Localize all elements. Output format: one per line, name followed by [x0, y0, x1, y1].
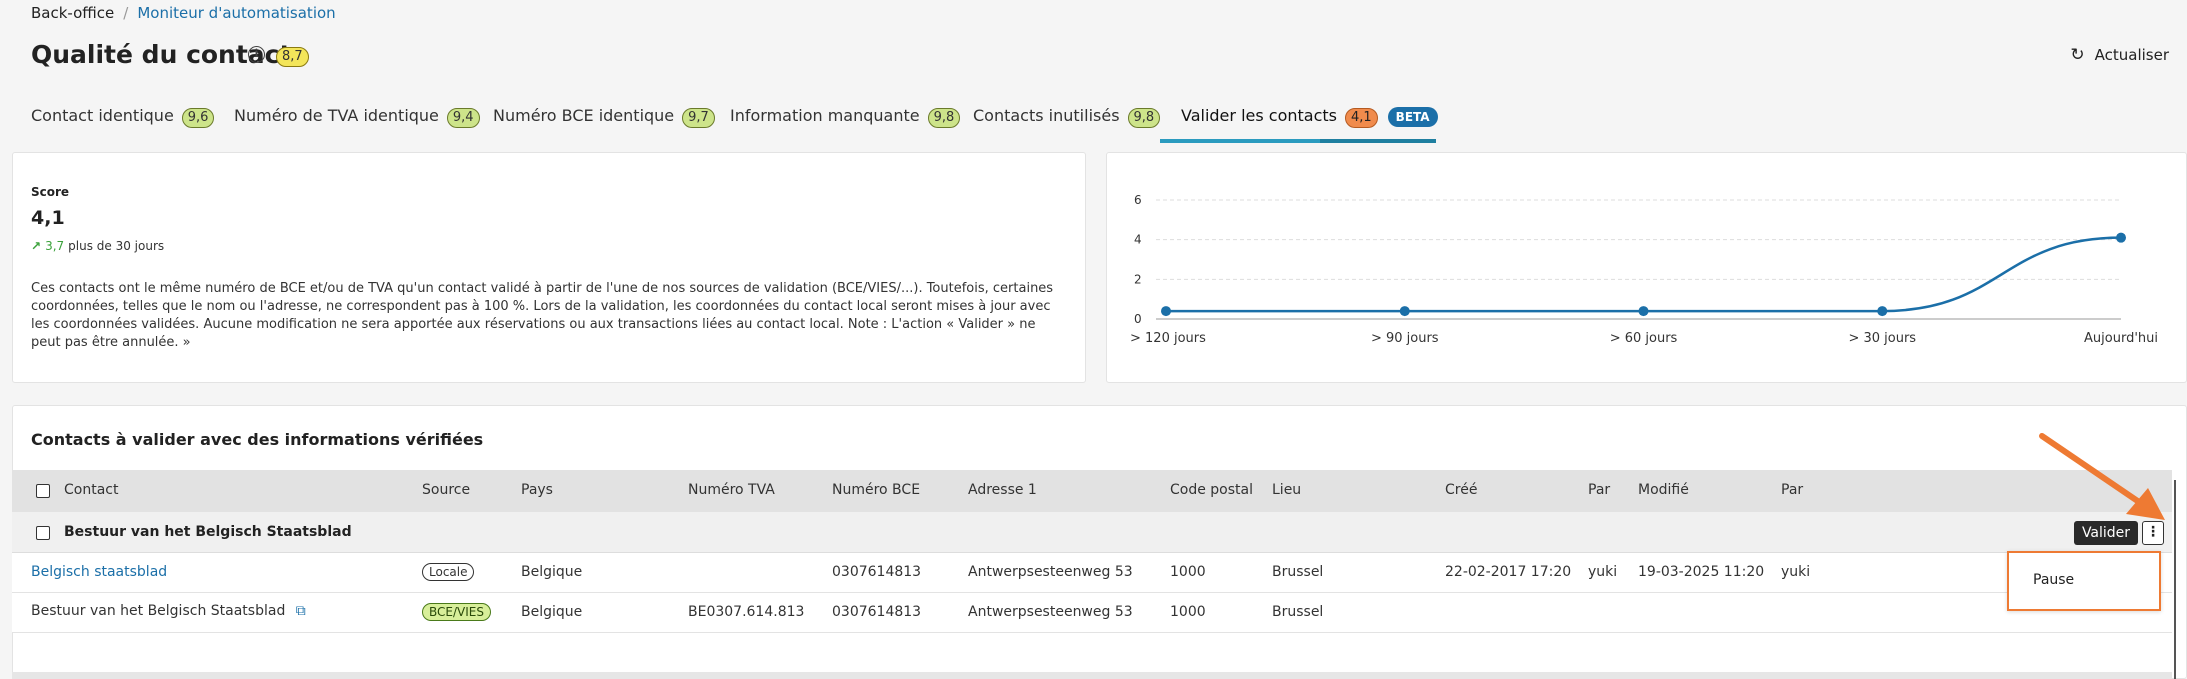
bce-cell: 0307614813 — [832, 564, 922, 580]
menu-item-pause[interactable]: Pause — [2033, 572, 2074, 588]
col-modifie[interactable]: Modifié — [1638, 482, 1689, 498]
trend-up-icon: ↗ — [31, 239, 42, 253]
col-cree[interactable]: Créé — [1445, 482, 1477, 498]
data-point[interactable] — [1161, 306, 1171, 317]
series-line — [1166, 236, 2122, 313]
source-tag-locale: Locale — [422, 563, 475, 581]
tab-label: Numéro de TVA identique — [234, 106, 439, 125]
tab-contacts-inutilises[interactable]: Contacts inutilisés 9,8 — [973, 106, 1161, 128]
col-par-cree[interactable]: Par — [1588, 482, 1610, 498]
x-tick-label: > 90 jours — [1371, 331, 1439, 346]
cp-cell: 1000 — [1170, 604, 1206, 620]
y-tick-label: 6 — [1134, 193, 1142, 207]
tab-label: Contacts inutilisés — [973, 106, 1120, 125]
score-description: Ces contacts ont le même numéro de BCE e… — [31, 281, 1054, 350]
col-adresse[interactable]: Adresse 1 — [968, 482, 1037, 498]
tab-label: Contact identique — [31, 106, 174, 125]
tab-badge: 9,8 — [1127, 108, 1161, 128]
title-score-badge: 8,7 — [276, 47, 309, 67]
x-tick-label: > 30 jours — [1848, 331, 1916, 346]
breadcrumb-separator: / — [123, 4, 129, 22]
source-cell: Locale — [422, 563, 475, 581]
adresse-cell: Antwerpsesteenweg 53 — [968, 604, 1133, 620]
group-label: Bestuur van het Belgisch Staatsblad — [64, 524, 352, 540]
y-tick-label: 0 — [1134, 312, 1142, 326]
score-trend: ↗ 3,7 plus de 30 jours — [31, 239, 164, 253]
data-point[interactable] — [1877, 306, 1888, 317]
data-point[interactable] — [1399, 306, 1410, 317]
lieu-cell: Brussel — [1272, 604, 1324, 620]
bce-cell: 0307614813 — [832, 604, 922, 620]
col-pays[interactable]: Pays — [521, 482, 553, 498]
beta-badge: BETA — [1387, 107, 1438, 127]
annotation-arrow — [2039, 433, 2165, 520]
tab-label: Valider les contacts — [1181, 106, 1337, 125]
trend-value: 3,7 — [45, 239, 65, 253]
col-source[interactable]: Source — [422, 482, 470, 498]
tab-information-manquante[interactable]: Information manquante 9,8 — [730, 106, 961, 128]
par-cree-cell: yuki — [1588, 564, 1618, 580]
tab-badge: 4,1 — [1344, 108, 1378, 128]
y-tick-label: 4 — [1134, 233, 1142, 247]
refresh-button[interactable]: ↻ Actualiser — [2070, 45, 2169, 65]
source-cell: BCE/VIES — [422, 603, 491, 621]
refresh-label: Actualiser — [2094, 46, 2169, 64]
info-icon[interactable]: i — [248, 46, 265, 63]
active-tab-underline-accent — [1160, 139, 1320, 143]
adresse-cell: Antwerpsesteenweg 53 — [968, 564, 1133, 580]
tva-cell: BE0307.614.813 — [688, 604, 805, 620]
table-header — [12, 470, 2172, 512]
tab-badge: 9,6 — [181, 108, 215, 128]
tab-numero-bce-identique[interactable]: Numéro BCE identique 9,7 — [493, 106, 715, 128]
col-par-modifie[interactable]: Par — [1781, 482, 1803, 498]
pays-cell: Belgique — [521, 564, 583, 580]
par-modifie-cell: yuki — [1781, 564, 1811, 580]
trend-text: plus de 30 jours — [68, 239, 165, 253]
contact-name: Bestuur van het Belgisch Staatsblad ⧉ — [31, 603, 306, 619]
tab-label: Numéro BCE identique — [493, 106, 675, 125]
modifie-cell: 19-03-2025 11:20 — [1638, 564, 1765, 580]
external-link-icon[interactable]: ⧉ — [296, 603, 306, 619]
pays-cell: Belgique — [521, 604, 583, 620]
group-checkbox[interactable] — [36, 526, 50, 540]
tab-badge: 9,4 — [446, 108, 480, 128]
contact-link[interactable]: Belgisch staatsblad — [31, 564, 167, 580]
breadcrumb-current[interactable]: Moniteur d'automatisation — [137, 4, 335, 22]
breadcrumb-root[interactable]: Back-office — [31, 4, 114, 22]
y-tick-label: 2 — [1134, 272, 1142, 286]
select-all-checkbox[interactable] — [36, 484, 50, 498]
horizontal-scrollbar-track[interactable] — [12, 672, 2172, 679]
tab-badge: 9,8 — [927, 108, 961, 128]
title-score-badge-wrap: 8,7 — [276, 45, 309, 67]
table-title: Contacts à valider avec des informations… — [31, 430, 484, 449]
contact-name-text: Bestuur van het Belgisch Staatsblad — [31, 603, 286, 619]
col-numero-bce[interactable]: Numéro BCE — [832, 482, 920, 498]
data-point[interactable] — [2116, 232, 2126, 243]
cp-cell: 1000 — [1170, 564, 1206, 580]
table-scrollbar[interactable] — [2174, 480, 2176, 679]
col-contact[interactable]: Contact — [64, 482, 118, 498]
more-options-menu — [2007, 551, 2161, 611]
breadcrumb: Back-office / Moniteur d'automatisation — [31, 4, 336, 22]
tab-valider-les-contacts[interactable]: Valider les contacts 4,1 BETA — [1181, 106, 1438, 128]
col-code-postal[interactable]: Code postal — [1170, 482, 1253, 498]
tab-numero-tva-identique[interactable]: Numéro de TVA identique 9,4 — [234, 106, 480, 128]
tab-badge: 9,7 — [682, 108, 715, 128]
score-label: Score — [31, 185, 70, 199]
data-point[interactable] — [1638, 306, 1649, 317]
cree-cell: 22-02-2017 17:20 — [1445, 564, 1572, 580]
lieu-cell: Brussel — [1272, 564, 1324, 580]
score-history-chart: 0 2 4 6 > 120 jours > 90 jours > 60 jours > 30… — [1130, 193, 2158, 346]
score-value: 4,1 — [31, 207, 65, 229]
tab-contact-identique[interactable]: Contact identique 9,6 — [31, 106, 215, 128]
col-lieu[interactable]: Lieu — [1272, 482, 1301, 498]
col-numero-tva[interactable]: Numéro TVA — [688, 482, 775, 498]
x-tick-label: > 60 jours — [1610, 331, 1678, 346]
source-tag-bce-vies: BCE/VIES — [422, 603, 491, 621]
tab-label: Information manquante — [730, 106, 920, 125]
x-tick-label: > 120 jours — [1130, 331, 1206, 346]
x-tick-label: Aujourd'hui — [2084, 331, 2158, 346]
refresh-icon: ↻ — [2070, 45, 2085, 65]
